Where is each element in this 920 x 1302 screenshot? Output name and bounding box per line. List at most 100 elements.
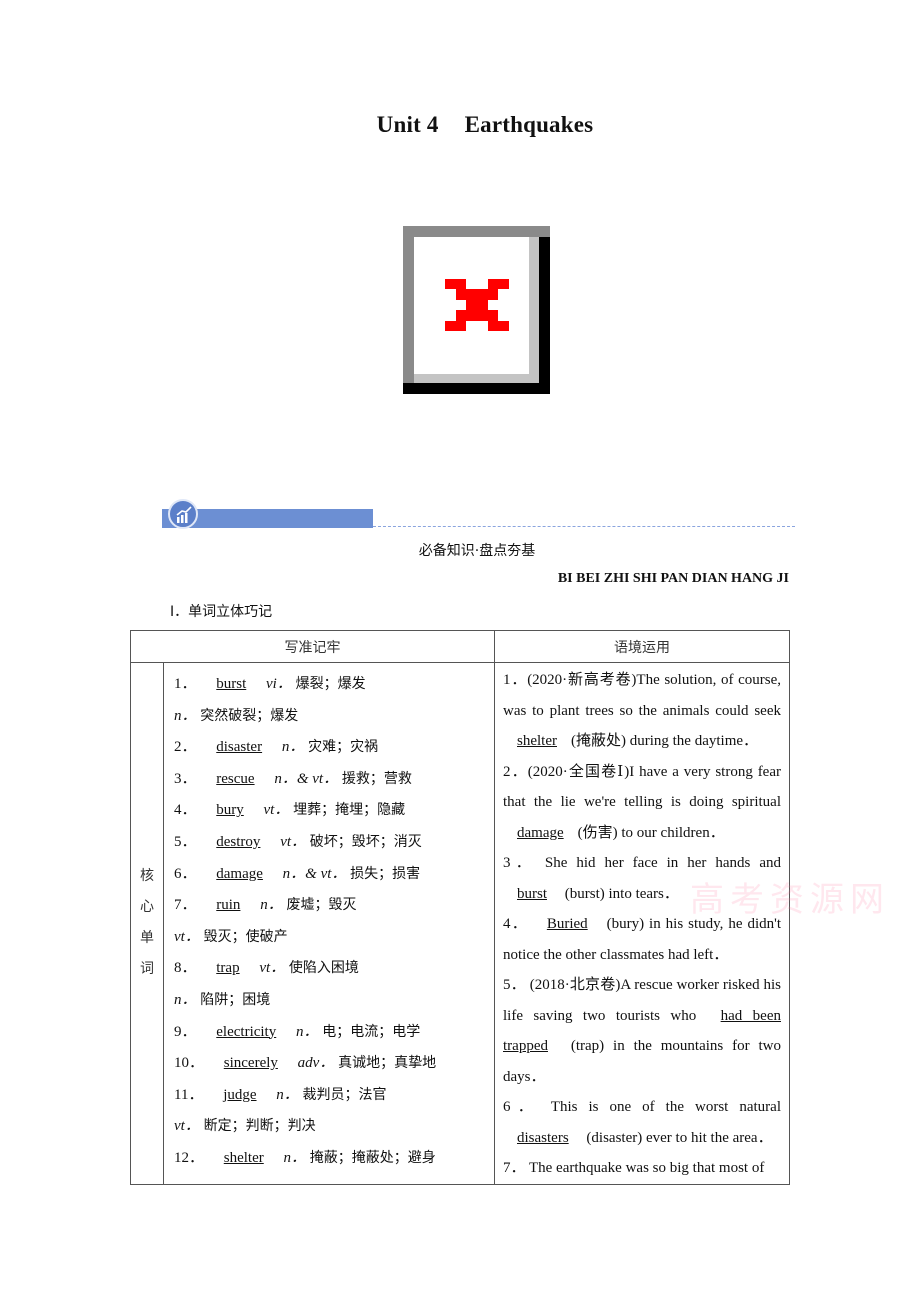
vocab-meaning: 裁判员；法官: [302, 1086, 387, 1103]
exercise-answer: Buried: [546, 916, 588, 932]
part-of-speech: vt．: [263, 802, 290, 819]
vocab-answer: rescue: [216, 770, 255, 787]
sub-heading: Ⅰ．单词立体巧记: [170, 604, 273, 620]
vocab-number: 5．: [174, 833, 197, 850]
exercise-answer: damage: [517, 824, 564, 841]
vocab-meaning: 灾难；灾祸: [308, 739, 379, 756]
vocab-item: 7． ruin n． 废墟；毁灭: [174, 890, 486, 922]
part-of-speech: n．: [174, 991, 197, 1008]
part-of-speech: n．: [281, 739, 305, 756]
vocab-answer: judge: [223, 1086, 257, 1103]
vocab-answer: ruin: [216, 897, 241, 914]
unit-topic: Earthquakes: [464, 112, 594, 137]
vocab-number: 11．: [174, 1086, 204, 1103]
unit-label: Unit 4: [376, 112, 439, 137]
table-body-row: 核 心 单 词 1． burst vi． 爆裂；爆发 n． 突然破裂；爆发 2． d…: [130, 662, 790, 1185]
vocab-meaning: 突然破裂；爆发: [200, 707, 299, 724]
vocab-number: 7．: [174, 897, 197, 914]
exercise-text: (burst) into tears．: [561, 885, 679, 902]
vocab-item: 4． bury vt． 埋葬；掩埋；隐藏: [174, 795, 486, 827]
exercise-text: (掩蔽处) during the daytime．: [570, 733, 759, 749]
vocab-item: 12． shelter n． 掩蔽；掩蔽处；避身: [174, 1143, 486, 1175]
part-of-speech: n．& vt．: [274, 770, 339, 787]
vocab-item: 9． electricity n． 电；电流；电学: [174, 1017, 486, 1049]
vocab-item: 6． damage n．& vt． 损失；损害: [174, 859, 486, 891]
vocab-number: 8．: [174, 960, 197, 977]
vocab-meaning: 掩蔽；掩蔽处；避身: [309, 1149, 436, 1166]
vocab-meaning: 埋葬；掩埋；隐藏: [293, 802, 406, 819]
exercise-text: (disaster) ever to hit the area．: [582, 1129, 773, 1146]
exercise-text: 7． The earthquake was so big that most o…: [503, 1160, 765, 1176]
vocab-item: n． 陷阱；困境: [174, 985, 486, 1017]
vocab-answer: electricity: [216, 1023, 277, 1040]
exercise-text: 1．(2020·新高考卷)The solution, of course, wa…: [503, 672, 781, 719]
header-context-usage: 语境运用: [494, 630, 790, 663]
vocab-answer: bury: [216, 802, 244, 819]
exercise-answer: shelter: [517, 733, 557, 749]
vocab-meaning: 爆裂；爆发: [295, 676, 366, 692]
vocab-meaning: 援救；营救: [341, 770, 412, 787]
vocab-meaning: 陷阱；困境: [200, 991, 271, 1008]
vocab-meaning: 断定；判断；判决: [203, 1118, 316, 1135]
exercise-text: (伤害) to our children．: [577, 824, 725, 841]
vocab-number: 3．: [174, 770, 197, 787]
exercise-item: 7． The earthquake was so big that most o…: [503, 1153, 781, 1184]
header-write-remember: 写准记牢: [130, 630, 495, 663]
vocab-item: 8． trap vt． 使陷入困境: [174, 953, 486, 985]
vocab-item: 10． sincerely adv． 真诚地；真挚地: [174, 1048, 486, 1080]
category-cell: 核 心 单 词: [130, 662, 164, 1185]
vocab-item: vt． 断定；判断；判决: [174, 1111, 486, 1143]
page-title: Unit 4 Earthquakes: [0, 112, 920, 138]
part-of-speech: vt．: [280, 833, 307, 850]
exercise-list: 1．(2020·新高考卷)The solution, of course, wa…: [494, 662, 790, 1185]
vocab-answer: shelter: [223, 1149, 264, 1166]
exercise-item: 6． This is one of the worst natural disa…: [503, 1092, 781, 1153]
exercise-text: 6． This is one of the worst natural: [503, 1099, 781, 1115]
vocab-answer: trap: [216, 960, 240, 977]
part-of-speech: n．& vt．: [282, 865, 347, 882]
vocab-number: 4．: [174, 802, 197, 819]
part-of-speech: n．: [295, 1023, 319, 1040]
vocab-meaning: 破坏；毁坏；消灭: [309, 833, 422, 850]
vocab-answer: sincerely: [223, 1055, 278, 1072]
vocab-list: 1． burst vi． 爆裂；爆发 n． 突然破裂；爆发 2． disaster …: [163, 662, 495, 1185]
vocab-answer: burst: [216, 676, 247, 692]
part-of-speech: n．: [260, 897, 283, 914]
chart-growth-icon: [168, 499, 198, 529]
vocab-number: 12．: [174, 1149, 205, 1166]
part-of-speech: vt．: [174, 928, 200, 945]
watermark: 高考资源网: [690, 880, 890, 920]
exercise-answer: disasters: [517, 1129, 569, 1146]
vocab-number: 9．: [174, 1023, 197, 1040]
part-of-speech: n．: [174, 707, 197, 724]
section-divider: [373, 526, 795, 527]
part-of-speech: vt．: [259, 960, 286, 977]
vocab-number: 6．: [174, 865, 197, 882]
part-of-speech: vt．: [174, 1118, 200, 1135]
table-header-row: 写准记牢 语境运用: [130, 630, 790, 663]
vocab-answer: disaster: [216, 739, 263, 756]
category-char: 核: [140, 868, 154, 885]
section-title-cn: 必备知识·盘点夯基: [418, 543, 536, 559]
vocab-meaning: 损失；损害: [350, 865, 421, 882]
vocab-item: 3． rescue n．& vt． 援救；营救: [174, 764, 486, 796]
vocab-meaning: 真诚地；真挚地: [338, 1055, 437, 1072]
part-of-speech: n．: [276, 1086, 299, 1103]
part-of-speech: adv．: [297, 1055, 335, 1072]
category-char: 心: [140, 899, 154, 916]
vocab-item: 5． destroy vt． 破坏；毁坏；消灭: [174, 827, 486, 859]
exercise-answer: burst: [517, 885, 547, 902]
part-of-speech: vi．: [266, 676, 292, 692]
vocab-item: 11． judge n． 裁判员；法官: [174, 1080, 486, 1112]
vocab-answer: damage: [216, 865, 263, 882]
vocab-meaning: 使陷入困境: [288, 960, 359, 977]
vocab-meaning: 电；电流；电学: [322, 1023, 421, 1040]
vocab-item: 1． burst vi． 爆裂；爆发: [174, 669, 486, 701]
part-of-speech: n．: [283, 1149, 307, 1166]
red-x-icon: [445, 279, 509, 331]
exercise-item: 1．(2020·新高考卷)The solution, of course, wa…: [503, 665, 781, 757]
vocab-answer: destroy: [216, 833, 261, 850]
broken-image-icon: [403, 226, 550, 394]
exercise-item: 2．(2020·全国卷Ⅰ)I have a very strong fear t…: [503, 757, 781, 849]
category-char: 单: [140, 930, 154, 947]
